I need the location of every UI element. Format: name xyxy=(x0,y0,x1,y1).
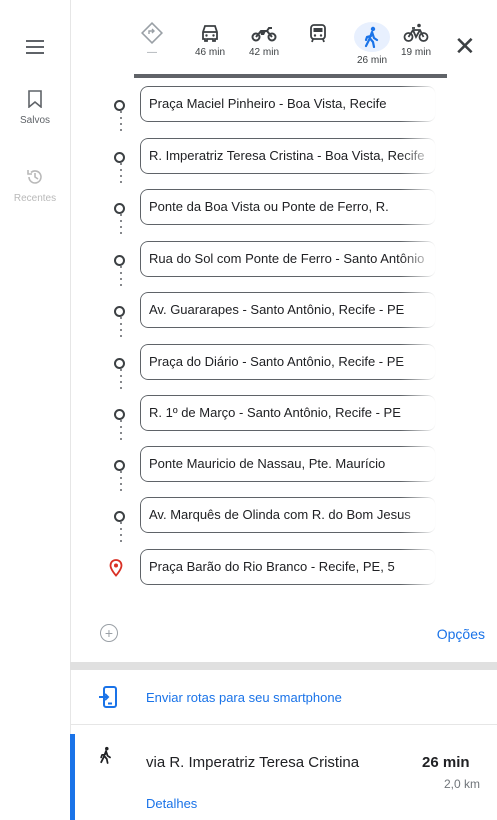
menu-button[interactable] xyxy=(0,40,70,59)
left-rail: Salvos Recentes xyxy=(0,0,71,820)
bicycle-icon xyxy=(403,23,429,42)
bookmark-icon xyxy=(28,90,42,109)
send-to-phone-link[interactable]: Enviar rotas para seu smartphone xyxy=(146,690,342,705)
transit-icon xyxy=(310,24,326,43)
waypoint-dot xyxy=(114,306,125,317)
route-option[interactable]: via R. Imperatriz Teresa Cristina 26 min… xyxy=(70,726,497,820)
history-icon xyxy=(27,170,42,184)
waypoint-input[interactable]: Praça do Diário - Santo Antônio, Recife … xyxy=(140,344,436,380)
destination-input[interactable]: Praça Barão do Rio Branco - Recife, PE, … xyxy=(140,549,436,585)
recent-button[interactable]: Recentes xyxy=(0,168,70,204)
send-to-phone-icon xyxy=(99,686,117,708)
mode-motorcycle-time: 42 min xyxy=(248,47,279,58)
waypoint-input[interactable]: Av. Guararapes - Santo Antônio, Recife -… xyxy=(140,292,436,328)
route-title: via R. Imperatriz Teresa Cristina xyxy=(146,754,360,771)
mode-underline xyxy=(134,74,447,78)
waypoint-dot xyxy=(114,358,125,369)
waypoint-dot xyxy=(114,511,125,522)
mode-transit[interactable] xyxy=(296,22,340,47)
waypoint-row: Rua do Sol com Ponte de Ferro - Santo An… xyxy=(70,241,497,281)
menu-icon xyxy=(26,40,44,54)
waypoint-row-destination: Praça Barão do Rio Branco - Recife, PE, … xyxy=(70,549,497,589)
waypoint-row: R. Imperatriz Teresa Cristina - Boa Vist… xyxy=(70,138,497,178)
selected-route-indicator xyxy=(70,734,75,820)
saved-button[interactable]: Salvos xyxy=(0,90,70,126)
route-connector xyxy=(120,163,122,187)
waypoint-row: Praça Maciel Pinheiro - Boa Vista, Recif… xyxy=(70,86,497,126)
waypoint-dot xyxy=(114,152,125,163)
waypoint-row: R. 1º de Março - Santo Antônio, Recife -… xyxy=(70,395,497,435)
waypoint-row: Ponte da Boa Vista ou Ponte de Ferro, R. xyxy=(70,189,497,229)
add-destination-row: + Opções xyxy=(70,612,497,658)
waypoint-input[interactable]: Av. Marquês de Olinda com R. do Bom Jesu… xyxy=(140,497,436,533)
mode-drive[interactable]: 46 min xyxy=(188,22,232,58)
waypoint-dot xyxy=(114,409,125,420)
waypoint-input[interactable]: Ponte da Boa Vista ou Ponte de Ferro, R. xyxy=(140,189,436,225)
waypoint-dot xyxy=(114,203,125,214)
mode-drive-time: 46 min xyxy=(194,47,225,58)
route-connector xyxy=(120,111,122,135)
mode-motorcycle[interactable]: 42 min xyxy=(242,22,286,58)
route-distance: 2,0 km xyxy=(444,777,481,791)
route-connector xyxy=(120,369,122,393)
car-icon xyxy=(202,25,218,42)
waypoint-input[interactable]: Rua do Sol com Ponte de Ferro - Santo An… xyxy=(140,241,436,277)
mode-bike[interactable]: 19 min xyxy=(394,22,438,58)
waypoint-row: Praça do Diário - Santo Antônio, Recife … xyxy=(70,344,497,384)
section-divider xyxy=(70,662,497,670)
walk-icon xyxy=(100,746,111,764)
saved-label: Salvos xyxy=(19,115,50,126)
mode-walk-highlight xyxy=(354,22,390,52)
route-connector xyxy=(120,522,122,546)
options-button[interactable]: Opções xyxy=(437,626,485,642)
route-duration: 26 min xyxy=(422,754,470,771)
waypoint-input[interactable]: Ponte Mauricio de Nassau, Pte. Maurício xyxy=(140,446,436,482)
motorcycle-icon xyxy=(251,27,277,42)
waypoint-input[interactable]: R. Imperatriz Teresa Cristina - Boa Vist… xyxy=(140,138,436,174)
directions-icon xyxy=(141,22,163,44)
divider xyxy=(70,724,497,725)
route-connector xyxy=(120,317,122,341)
mode-walk[interactable]: 26 min xyxy=(350,22,394,66)
add-destination-icon[interactable]: + xyxy=(100,624,118,642)
route-connector xyxy=(120,214,122,238)
travel-mode-bar: — 46 min 42 min 26 min 19 min xyxy=(130,22,470,68)
route-connector xyxy=(120,266,122,290)
route-connector xyxy=(120,471,122,495)
mode-best-time: — xyxy=(147,47,157,58)
waypoint-input[interactable]: R. 1º de Março - Santo Antônio, Recife -… xyxy=(140,395,436,431)
walk-icon xyxy=(364,26,379,48)
waypoint-row: Av. Guararapes - Santo Antônio, Recife -… xyxy=(70,292,497,332)
mode-best[interactable]: — xyxy=(130,22,174,58)
mode-walk-time: 26 min xyxy=(356,55,387,66)
waypoint-dot xyxy=(114,460,125,471)
waypoint-dot xyxy=(114,255,125,266)
send-to-phone-row[interactable]: Enviar rotas para seu smartphone xyxy=(70,672,497,722)
waypoint-row: Av. Marquês de Olinda com R. do Bom Jesu… xyxy=(70,497,497,537)
close-button[interactable]: ✕ xyxy=(454,33,476,59)
route-connector xyxy=(120,420,122,444)
waypoint-input[interactable]: Praça Maciel Pinheiro - Boa Vista, Recif… xyxy=(140,86,436,122)
mode-bike-time: 19 min xyxy=(400,47,431,58)
destination-pin-icon xyxy=(109,559,123,577)
details-link[interactable]: Detalhes xyxy=(146,796,197,811)
waypoint-dot xyxy=(114,100,125,111)
recent-label: Recentes xyxy=(13,193,57,204)
waypoint-row: Ponte Mauricio de Nassau, Pte. Maurício xyxy=(70,446,497,486)
